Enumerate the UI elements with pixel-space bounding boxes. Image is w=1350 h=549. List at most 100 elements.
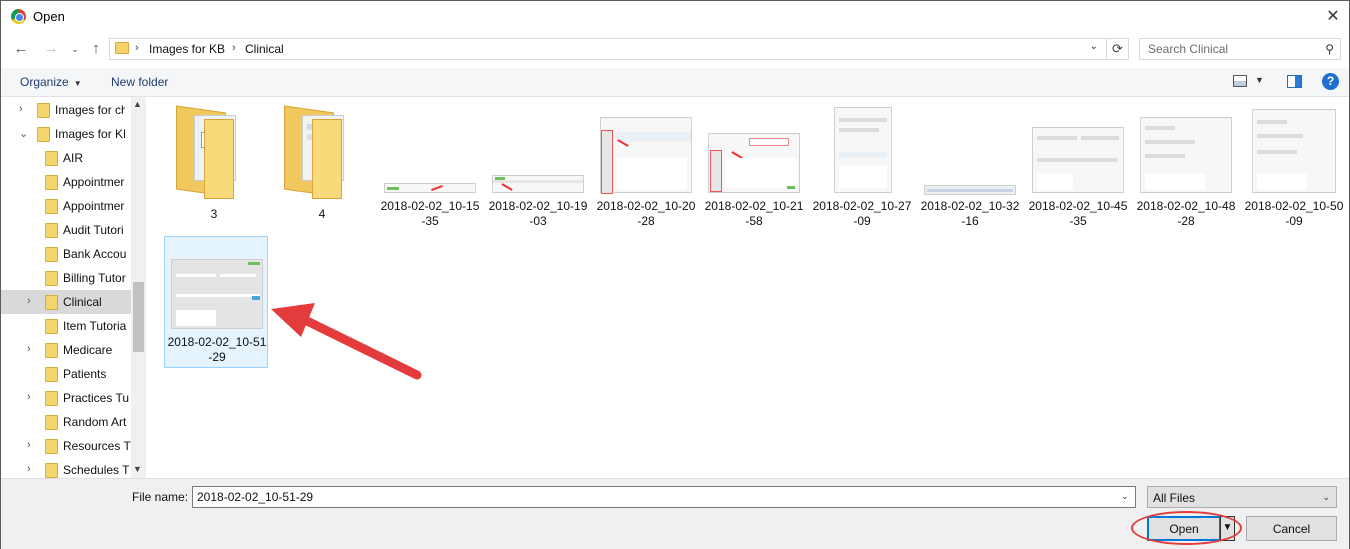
file-item-2018-02-02_10-51-29[interactable]: 2018-02-02_10-51 -29 bbox=[164, 236, 268, 368]
preview-pane-icon[interactable] bbox=[1287, 75, 1302, 88]
nav-item-images-for-kb[interactable]: ⌄ Images for KB bbox=[1, 122, 131, 146]
cancel-button[interactable]: Cancel bbox=[1246, 516, 1337, 541]
navigation-scrollbar[interactable]: ▲ ▼ bbox=[131, 97, 146, 478]
collapse-chevron-icon[interactable]: ⌄ bbox=[19, 127, 28, 140]
address-bar[interactable]: › Images for KB › Clinical ⌄ ⟳ bbox=[109, 38, 1129, 60]
organize-menu[interactable]: Organize ▼ bbox=[20, 75, 82, 89]
breadcrumb-clinical[interactable]: Clinical bbox=[245, 42, 284, 56]
file-item-2018-02-02_10-27-09[interactable]: 2018-02-02_10-27 -09 bbox=[810, 101, 914, 233]
nav-item-label: Clinical bbox=[63, 295, 102, 309]
nav-item-random-articles[interactable]: Random Art bbox=[1, 410, 131, 434]
nav-item-label: Random Art bbox=[63, 415, 127, 429]
folder-item-4[interactable]: 4 bbox=[270, 101, 374, 233]
file-item-2018-02-02_10-21-58[interactable]: 2018-02-02_10-21 -58 bbox=[702, 101, 806, 233]
back-arrow-icon[interactable]: ← bbox=[11, 39, 31, 59]
expand-chevron-icon[interactable]: › bbox=[27, 391, 31, 403]
chrome-icon bbox=[11, 9, 26, 24]
file-item-2018-02-02_10-45-35[interactable]: 2018-02-02_10-45 -35 bbox=[1026, 101, 1130, 233]
forward-arrow-icon[interactable]: → bbox=[41, 39, 61, 59]
file-label: 2018-02-02_10-21 bbox=[704, 199, 804, 213]
file-label-suffix: -28 bbox=[637, 214, 655, 228]
file-label: 2018-02-02_10-51 bbox=[167, 335, 267, 349]
expand-chevron-icon[interactable]: › bbox=[27, 343, 31, 355]
file-label: 4 bbox=[318, 207, 326, 221]
nav-item-label: Appointmer bbox=[63, 175, 125, 189]
dialog-footer: File name: ⌄ All Files ⌄ Open ▼ Cancel bbox=[1, 478, 1349, 549]
file-item-2018-02-02_10-48-28[interactable]: 2018-02-02_10-48 -28 bbox=[1134, 101, 1238, 233]
scroll-down-icon[interactable]: ▼ bbox=[133, 464, 142, 474]
nav-item-clinical[interactable]: › Clinical bbox=[1, 290, 131, 314]
scrollbar-thumb[interactable] bbox=[133, 282, 144, 352]
nav-item-patients[interactable]: Patients bbox=[1, 362, 131, 386]
breadcrumb-images-for-kb[interactable]: Images for KB bbox=[149, 42, 225, 56]
file-label: 2018-02-02_10-45 bbox=[1028, 199, 1128, 213]
file-label: 2018-02-02_10-20 bbox=[596, 199, 696, 213]
file-type-select[interactable]: All Files ⌄ bbox=[1147, 486, 1337, 508]
organize-caret-icon: ▼ bbox=[73, 79, 82, 88]
search-box[interactable]: Search Clinical ⚲ bbox=[1139, 38, 1341, 60]
close-button[interactable]: ✕ bbox=[1317, 1, 1349, 32]
file-label-suffix: -35 bbox=[1069, 214, 1087, 228]
nav-item-images-for-ch[interactable]: › Images for ch bbox=[1, 98, 131, 122]
image-thumbnail bbox=[834, 107, 892, 193]
scroll-up-icon[interactable]: ▲ bbox=[133, 99, 142, 109]
nav-item-label: Schedules T bbox=[63, 463, 130, 477]
nav-item-resources-tutorials[interactable]: › Resources T bbox=[1, 434, 131, 458]
breadcrumb-separator-icon[interactable]: › bbox=[232, 42, 236, 54]
title-bar: Open ✕ bbox=[1, 1, 1349, 32]
folder-icon bbox=[45, 439, 58, 454]
nav-item-label: Images for ch bbox=[55, 103, 125, 117]
file-label: 3 bbox=[210, 207, 218, 221]
nav-item-billing-tutorials[interactable]: Billing Tutor bbox=[1, 266, 131, 290]
nav-item-schedules-tutorials[interactable]: › Schedules T bbox=[1, 458, 131, 478]
folder-icon bbox=[37, 103, 50, 118]
file-item-2018-02-02_10-15-35[interactable]: 2018-02-02_10-15 -35 bbox=[378, 101, 482, 233]
file-name-input[interactable] bbox=[192, 486, 1136, 508]
folder-item-3[interactable]: 10:56 3 bbox=[162, 101, 266, 233]
nav-item-label: Appointmer bbox=[63, 199, 125, 213]
nav-item-item-tutorials[interactable]: Item Tutoria bbox=[1, 314, 131, 338]
nav-item-audit-tutorials[interactable]: Audit Tutori bbox=[1, 218, 131, 242]
folder-icon bbox=[37, 127, 50, 142]
refresh-icon[interactable]: ⟳ bbox=[1106, 39, 1128, 59]
view-options-caret-icon[interactable]: ▼ bbox=[1255, 75, 1264, 85]
recent-locations-chevron-icon[interactable]: ⌄ bbox=[65, 39, 85, 59]
file-name-dropdown-chevron-icon[interactable]: ⌄ bbox=[1121, 491, 1129, 502]
up-arrow-icon[interactable]: ↑ bbox=[86, 39, 106, 59]
folder-icon bbox=[45, 175, 58, 190]
expand-chevron-icon[interactable]: › bbox=[19, 103, 23, 115]
folder-icon bbox=[45, 151, 58, 166]
image-thumbnail bbox=[492, 175, 584, 193]
expand-chevron-icon[interactable]: › bbox=[27, 295, 31, 307]
breadcrumb-separator-icon[interactable]: › bbox=[135, 42, 139, 54]
file-item-2018-02-02_10-32-16[interactable]: 2018-02-02_10-32 -16 bbox=[918, 101, 1022, 233]
file-label-suffix: -58 bbox=[745, 214, 763, 228]
search-icon[interactable]: ⚲ bbox=[1325, 42, 1334, 56]
organize-label: Organize bbox=[20, 75, 69, 89]
change-view-icon[interactable] bbox=[1233, 75, 1247, 87]
nav-item-medicare[interactable]: › Medicare bbox=[1, 338, 131, 362]
image-thumbnail bbox=[708, 133, 800, 193]
file-label-suffix: -03 bbox=[529, 214, 547, 228]
file-list: 10:56 3 4 2018-02-02_10-15 -35 bbox=[148, 97, 1349, 478]
new-folder-button[interactable]: New folder bbox=[111, 75, 168, 89]
help-icon[interactable]: ? bbox=[1322, 73, 1339, 90]
file-item-2018-02-02_10-20-28[interactable]: 2018-02-02_10-20 -28 bbox=[594, 101, 698, 233]
nav-item-air[interactable]: AIR bbox=[1, 146, 131, 170]
file-item-2018-02-02_10-50-09[interactable]: 2018-02-02_10-50 -09 bbox=[1242, 101, 1346, 233]
folder-thumbnail-icon: 10:56 bbox=[176, 105, 252, 199]
file-label: 2018-02-02_10-32 bbox=[920, 199, 1020, 213]
file-item-2018-02-02_10-19-03[interactable]: 2018-02-02_10-19 -03 bbox=[486, 101, 590, 233]
expand-chevron-icon[interactable]: › bbox=[27, 463, 31, 475]
nav-item-appointments-2[interactable]: Appointmer bbox=[1, 194, 131, 218]
folder-icon bbox=[45, 247, 58, 262]
nav-item-label: Billing Tutor bbox=[63, 271, 126, 285]
expand-chevron-icon[interactable]: › bbox=[27, 439, 31, 451]
folder-icon bbox=[45, 391, 58, 406]
address-dropdown-chevron-icon[interactable]: ⌄ bbox=[1090, 41, 1098, 52]
command-toolbar: Organize ▼ New folder ▼ ? bbox=[1, 68, 1349, 97]
folder-icon bbox=[45, 415, 58, 430]
nav-item-practices-tutorials[interactable]: › Practices Tu bbox=[1, 386, 131, 410]
nav-item-bank-accounts[interactable]: Bank Accou bbox=[1, 242, 131, 266]
nav-item-appointments-1[interactable]: Appointmer bbox=[1, 170, 131, 194]
